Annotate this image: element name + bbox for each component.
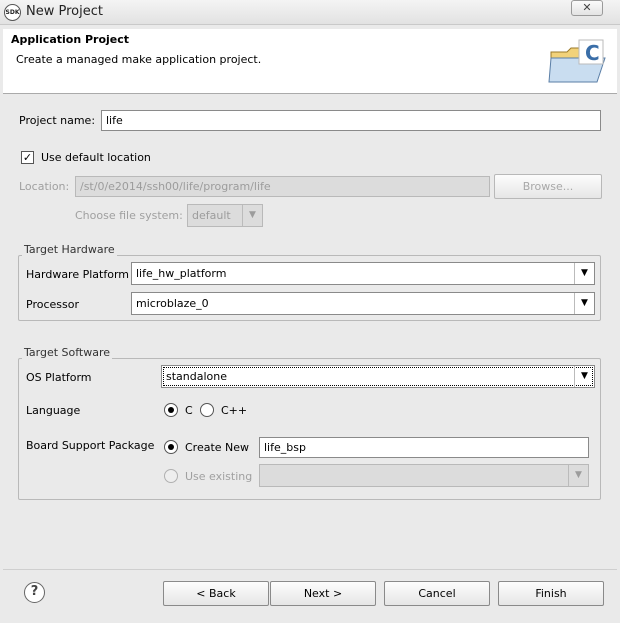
bsp-create-new-radio[interactable] <box>164 440 178 454</box>
processor-value: microblaze_0 <box>136 297 209 310</box>
wizard-body: Project name: life ✓ Use default locatio… <box>3 94 617 569</box>
target-hardware-title: Target Hardware <box>22 243 117 256</box>
cancel-button[interactable]: Cancel <box>384 581 490 606</box>
browse-button[interactable]: Browse... <box>494 174 602 199</box>
language-label: Language <box>26 404 81 417</box>
back-button[interactable]: < Back <box>163 581 269 606</box>
hardware-platform-dropdown[interactable]: life_hw_platform ▼ <box>131 262 595 285</box>
location-input[interactable]: /st/0/e2014/ssh00/life/program/life <box>75 176 490 197</box>
project-name-input[interactable]: life <box>101 110 601 131</box>
location-label: Location: <box>19 180 70 193</box>
chevron-down-icon: ▼ <box>242 205 262 226</box>
hardware-platform-label: Hardware Platform <box>26 268 129 281</box>
os-platform-label: OS Platform <box>26 371 92 384</box>
bsp-create-new-label: Create New <box>185 441 250 454</box>
bsp-use-existing-label: Use existing <box>185 470 253 483</box>
chevron-down-icon: ▼ <box>574 366 594 387</box>
window-title: New Project <box>26 4 103 19</box>
target-software-title: Target Software <box>22 346 113 359</box>
processor-label: Processor <box>26 298 79 311</box>
wizard-header: Application Project Create a managed mak… <box>3 29 617 94</box>
help-icon[interactable]: ? <box>24 582 45 603</box>
bsp-name-input[interactable]: life_bsp <box>259 437 589 458</box>
file-system-label: Choose file system: <box>75 209 183 222</box>
bsp-label: Board Support Package <box>26 439 155 452</box>
bsp-existing-dropdown[interactable]: ▼ <box>259 464 589 487</box>
chevron-down-icon: ▼ <box>574 263 594 284</box>
hardware-platform-value: life_hw_platform <box>136 267 227 280</box>
bsp-use-existing-radio[interactable] <box>164 469 178 483</box>
chevron-down-icon: ▼ <box>568 465 588 486</box>
app-icon: SDK <box>4 4 21 21</box>
language-c-label: C <box>185 404 193 417</box>
c-project-folder-icon: C <box>548 39 606 83</box>
title-bar[interactable]: SDK New Project ✕ <box>0 0 620 25</box>
language-c-radio[interactable] <box>164 403 178 417</box>
chevron-down-icon: ▼ <box>574 293 594 314</box>
file-system-dropdown[interactable]: default ▼ <box>187 204 263 227</box>
os-platform-dropdown[interactable]: standalone ▼ <box>161 365 595 388</box>
svg-text:C: C <box>585 41 600 65</box>
footer-separator <box>3 569 617 570</box>
file-system-value: default <box>192 209 231 222</box>
project-name-label: Project name: <box>19 114 96 127</box>
page-description: Create a managed make application projec… <box>16 53 262 66</box>
language-cpp-radio[interactable] <box>200 403 214 417</box>
processor-dropdown[interactable]: microblaze_0 ▼ <box>131 292 595 315</box>
use-default-location-checkbox[interactable]: ✓ <box>21 151 34 164</box>
page-title: Application Project <box>11 33 130 46</box>
close-button[interactable]: ✕ <box>571 0 603 16</box>
language-cpp-label: C++ <box>221 404 248 417</box>
finish-button[interactable]: Finish <box>498 581 604 606</box>
use-default-location-label: Use default location <box>41 151 151 164</box>
os-platform-value: standalone <box>166 370 228 383</box>
next-button[interactable]: Next > <box>270 581 376 606</box>
